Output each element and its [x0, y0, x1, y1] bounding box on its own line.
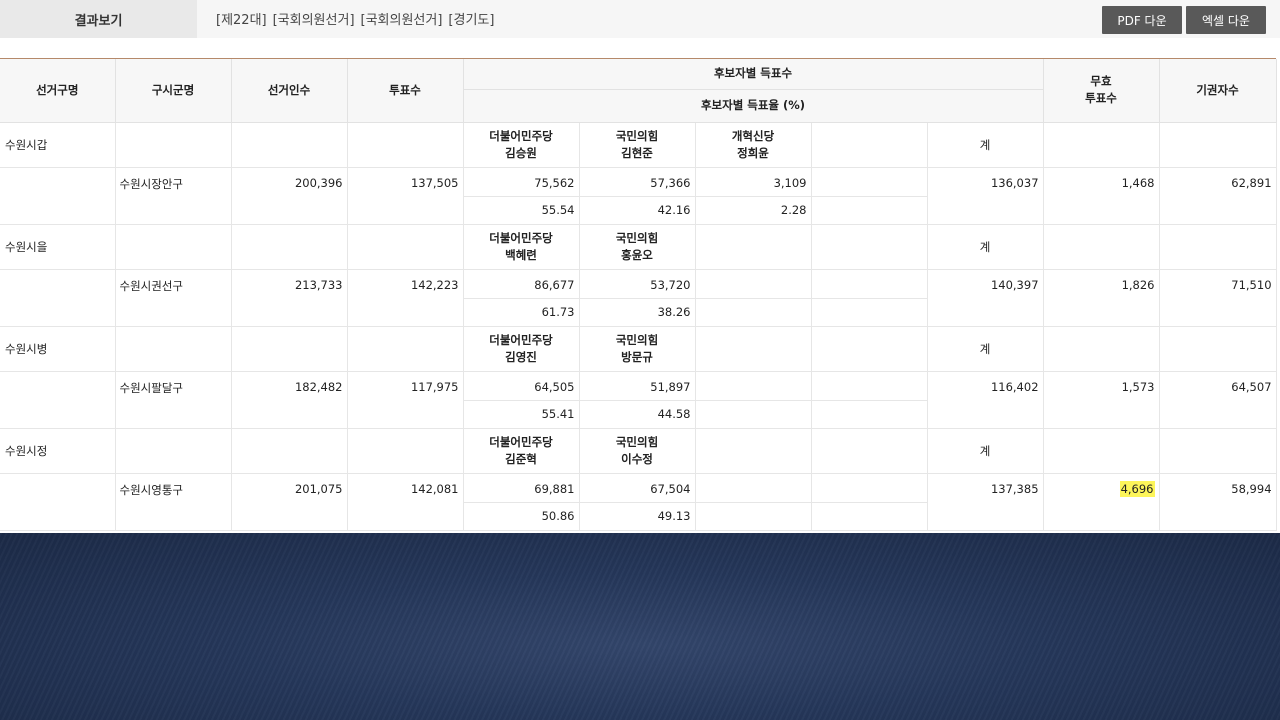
excel-download-button[interactable]: 엑셀 다운	[1186, 6, 1266, 34]
header-city: 구시군명	[115, 59, 232, 123]
candidate-header: 더불어민주당 김준혁	[463, 428, 580, 474]
candidate-votes: 69,881	[463, 473, 580, 503]
candidate-pct: 55.41	[463, 400, 580, 429]
candidate-votes: 86,677	[463, 269, 580, 299]
city-name: 수원시영통구	[115, 473, 232, 531]
district-name: 수원시병	[0, 326, 116, 372]
candidate-header: 국민의힘 홍윤오	[579, 224, 696, 270]
header-electors: 선거인수	[231, 59, 348, 123]
candidate-pct: 50.86	[463, 502, 580, 531]
invalid-votes: 4,696	[1043, 473, 1160, 531]
header-candidate-pct: 후보자별 득표율 (%)	[463, 89, 1044, 123]
breadcrumb-item: [국회의원선거]	[360, 12, 443, 28]
candidate-votes: 67,504	[579, 473, 696, 503]
top-bar: 결과보기 [제22대] [국회의원선거] [국회의원선거] [경기도] PDF …	[0, 0, 1280, 38]
district-name: 수원시갑	[0, 122, 116, 168]
results-table: 선거구명 구시군명 선거인수 투표수 후보자별 득표수 무효 투표수 기권자수 후…	[0, 59, 1277, 531]
invalid-votes: 1,826	[1043, 269, 1160, 327]
candidate-header: 국민의힘 이수정	[579, 428, 696, 474]
total-votes: 137,385	[927, 473, 1044, 531]
candidate-pct	[695, 502, 812, 531]
total-label: 계	[927, 122, 1044, 168]
candidate-pct: 2.28	[695, 196, 812, 225]
candidate-header	[695, 428, 812, 474]
district-name-row: 수원시갑 더불어민주당 김승원 국민의힘 김현준 개혁신당 정희윤 계	[0, 122, 1277, 168]
candidate-votes: 57,366	[579, 167, 696, 197]
table-row: 수원시영통구 201,075 142,081 69,881 67,504 137…	[0, 473, 1277, 531]
table-row: 수원시장안구 200,396 137,505 75,562 57,366 3,1…	[0, 167, 1277, 225]
header-abstain: 기권자수	[1159, 59, 1277, 123]
header-candidate-votes: 후보자별 득표수	[463, 59, 1044, 90]
city-name: 수원시장안구	[115, 167, 232, 225]
electors-count: 213,733	[231, 269, 348, 327]
breadcrumb-item: [경기도]	[448, 12, 495, 28]
breadcrumb-item: [제22대]	[216, 12, 267, 28]
candidate-header: 더불어민주당 백혜련	[463, 224, 580, 270]
tab-result-view[interactable]: 결과보기	[0, 0, 197, 38]
candidate-header: 더불어민주당 김승원	[463, 122, 580, 168]
candidate-pct	[695, 400, 812, 429]
candidate-header: 국민의힘 김현준	[579, 122, 696, 168]
district-name-row: 수원시정 더불어민주당 김준혁 국민의힘 이수정 계	[0, 428, 1277, 474]
candidate-votes: 64,505	[463, 371, 580, 401]
total-votes: 116,402	[927, 371, 1044, 429]
total-label: 계	[927, 326, 1044, 372]
candidate-pct: 38.26	[579, 298, 696, 327]
candidate-header: 국민의힘 방문규	[579, 326, 696, 372]
total-label: 계	[927, 428, 1044, 474]
votes-count: 142,081	[347, 473, 464, 531]
candidate-votes: 75,562	[463, 167, 580, 197]
candidate-pct: 49.13	[579, 502, 696, 531]
city-name: 수원시권선구	[115, 269, 232, 327]
results-table-body: 수원시갑 더불어민주당 김승원 국민의힘 김현준 개혁신당 정희윤 계 수원시장안구 …	[0, 122, 1277, 531]
breadcrumb-item: [국회의원선거]	[272, 12, 355, 28]
city-name: 수원시팔달구	[115, 371, 232, 429]
votes-count: 137,505	[347, 167, 464, 225]
candidate-header: 더불어민주당 김영진	[463, 326, 580, 372]
total-votes: 140,397	[927, 269, 1044, 327]
candidate-votes: 3,109	[695, 167, 812, 197]
candidate-pct: 55.54	[463, 196, 580, 225]
district-name-row: 수원시병 더불어민주당 김영진 국민의힘 방문규 계	[0, 326, 1277, 372]
abstain-count: 62,891	[1159, 167, 1277, 225]
header-invalid-votes: 무효 투표수	[1043, 59, 1160, 123]
pdf-download-button[interactable]: PDF 다운	[1102, 6, 1182, 34]
table-row: 수원시팔달구 182,482 117,975 64,505 51,897 116…	[0, 371, 1277, 429]
candidate-header	[695, 224, 812, 270]
district-name: 수원시정	[0, 428, 116, 474]
abstain-count: 64,507	[1159, 371, 1277, 429]
header-district: 선거구명	[0, 59, 116, 123]
invalid-votes: 1,573	[1043, 371, 1160, 429]
invalid-votes: 1,468	[1043, 167, 1160, 225]
electors-count: 182,482	[231, 371, 348, 429]
electors-count: 201,075	[231, 473, 348, 531]
candidate-votes: 51,897	[579, 371, 696, 401]
results-table-container: 선거구명 구시군명 선거인수 투표수 후보자별 득표수 무효 투표수 기권자수 후…	[0, 58, 1277, 532]
breadcrumb: [제22대] [국회의원선거] [국회의원선거] [경기도]	[216, 0, 494, 36]
candidate-header: 개혁신당 정희윤	[695, 122, 812, 168]
candidate-pct: 61.73	[463, 298, 580, 327]
votes-count: 117,975	[347, 371, 464, 429]
total-votes: 136,037	[927, 167, 1044, 225]
candidate-header	[695, 326, 812, 372]
header-votes: 투표수	[347, 59, 464, 123]
abstain-count: 58,994	[1159, 473, 1277, 531]
candidate-pct: 44.58	[579, 400, 696, 429]
electors-count: 200,396	[231, 167, 348, 225]
total-label: 계	[927, 224, 1044, 270]
backdrop-image	[0, 533, 1280, 720]
candidate-votes	[695, 269, 812, 299]
district-name: 수원시을	[0, 224, 116, 270]
candidate-pct: 42.16	[579, 196, 696, 225]
candidate-votes: 53,720	[579, 269, 696, 299]
candidate-votes	[695, 473, 812, 503]
district-name-row: 수원시을 더불어민주당 백혜련 국민의힘 홍윤오 계	[0, 224, 1277, 270]
abstain-count: 71,510	[1159, 269, 1277, 327]
candidate-pct	[695, 298, 812, 327]
candidate-votes	[695, 371, 812, 401]
votes-count: 142,223	[347, 269, 464, 327]
table-row: 수원시권선구 213,733 142,223 86,677 53,720 140…	[0, 269, 1277, 327]
